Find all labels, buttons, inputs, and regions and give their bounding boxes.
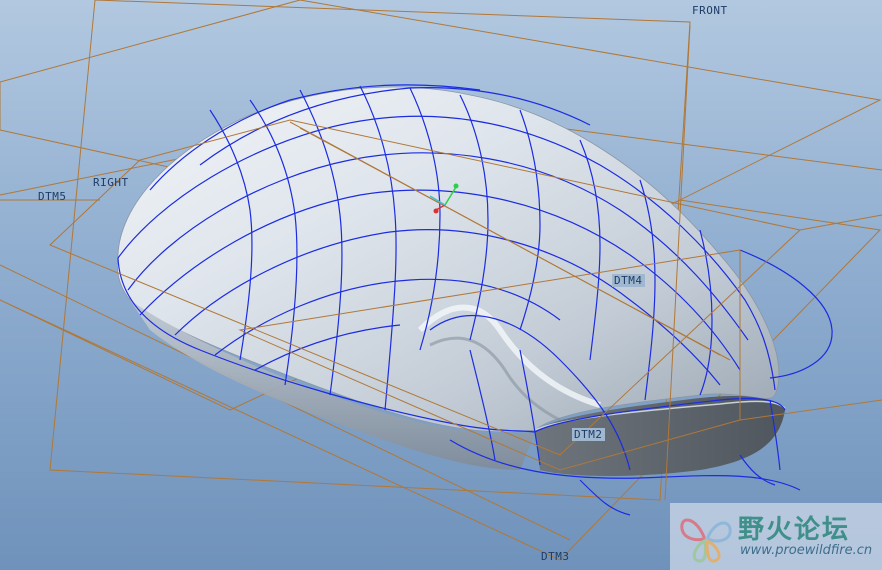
- csys-x-axis-tip: [433, 208, 439, 214]
- datum-label-front[interactable]: FRONT: [692, 4, 728, 17]
- datum-label-dtm3[interactable]: DTM3: [541, 550, 570, 563]
- datum-label-dtm4[interactable]: DTM4: [612, 274, 645, 287]
- butterfly-logo-icon: [680, 518, 732, 563]
- csys-y-axis-tip: [453, 183, 459, 189]
- watermark-title: 野火论坛: [738, 515, 851, 545]
- model-scene[interactable]: [0, 0, 882, 570]
- datum-label-right[interactable]: RIGHT: [93, 176, 129, 189]
- forum-watermark: 野火论坛 www.proewildfire.cn: [670, 503, 882, 570]
- datum-label-dtm2[interactable]: DTM2: [572, 428, 605, 441]
- graphics-viewport[interactable]: FRONT RIGHT DTM5 DTM4 DTM2 DTM3 野火论坛 www…: [0, 0, 882, 570]
- watermark-url: www.proewildfire.cn: [740, 543, 873, 558]
- datum-label-dtm5[interactable]: DTM5: [38, 190, 67, 203]
- mouse-surface-body[interactable]: [116, 86, 786, 476]
